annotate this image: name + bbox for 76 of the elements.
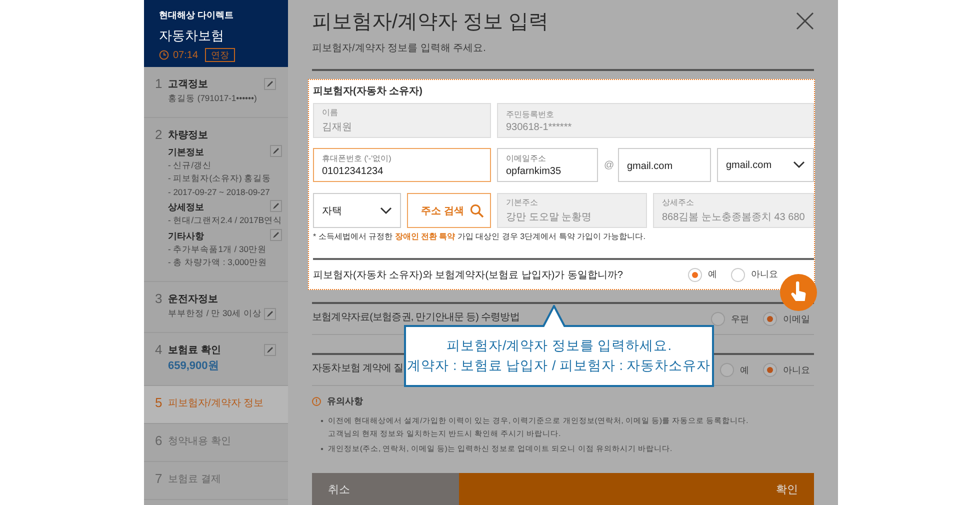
pencil-icon bbox=[266, 346, 274, 354]
detail-text: - 신규/갱신 bbox=[168, 160, 212, 172]
step-number: 7 bbox=[155, 471, 164, 487]
radio-button[interactable] bbox=[720, 363, 734, 377]
radio-button[interactable] bbox=[710, 312, 725, 326]
clock-icon bbox=[159, 50, 169, 60]
at-sign: @ bbox=[604, 160, 612, 170]
pencil-icon bbox=[266, 310, 274, 318]
confirm-button[interactable]: 확인 bbox=[459, 473, 814, 505]
detail-text: - 피보험자(소유자) 홍길동 bbox=[168, 172, 272, 184]
edit-button[interactable] bbox=[270, 145, 282, 157]
edit-button[interactable] bbox=[270, 200, 282, 212]
step-number: 5 bbox=[155, 395, 164, 411]
radio-option[interactable]: 우편 bbox=[710, 312, 749, 326]
radio-button[interactable] bbox=[730, 268, 745, 282]
premium-amount: 659,900원 bbox=[168, 359, 219, 373]
notice-title: 유의사항 bbox=[327, 395, 363, 408]
question-text: 자동차보험 계약에 질 bbox=[312, 362, 404, 376]
tooltip-text: 피보험자/계약자 정보를 입력하세요. bbox=[445, 337, 672, 355]
chevron-down-icon bbox=[792, 161, 805, 169]
cancel-button[interactable]: 취소 bbox=[312, 473, 459, 505]
brand-name: 현대해상 다이렉트 bbox=[159, 9, 235, 22]
radio-option[interactable]: 아니요 bbox=[730, 268, 778, 282]
edit-button[interactable] bbox=[264, 78, 276, 90]
session-timer: 07:14 bbox=[173, 50, 198, 60]
pencil-icon bbox=[272, 202, 280, 210]
edit-button[interactable] bbox=[264, 308, 276, 320]
step-title[interactable]: 보험료 확인 bbox=[168, 343, 221, 357]
input-field[interactable]: 휴대폰번호 ('-'없이) 01012341234 bbox=[313, 148, 491, 182]
input-field[interactable]: gmail.com bbox=[618, 148, 711, 182]
edit-button[interactable] bbox=[264, 344, 276, 356]
edit-button[interactable] bbox=[270, 229, 282, 241]
section-heading: 피보험자(자동차 소유자) bbox=[313, 85, 424, 98]
info-icon bbox=[312, 397, 321, 406]
radio-option[interactable]: 아니요 bbox=[762, 363, 810, 377]
tooltip-text: 계약자 : 보험료 납입자 / 피보험자 : 자동차소유자 bbox=[406, 357, 712, 375]
detail-text: - 2017-09-27 ~ 2018-09-27 bbox=[168, 186, 270, 196]
detail-text: 부부한정 / 만 30세 이상 bbox=[168, 308, 262, 320]
step-number: 3 bbox=[155, 291, 164, 308]
pencil-icon bbox=[266, 80, 274, 88]
dialog-title: 피보험자/계약자 정보 입력 bbox=[312, 10, 549, 35]
detail-heading: 기본정보 bbox=[168, 146, 204, 159]
radio-button[interactable] bbox=[762, 312, 777, 326]
close-icon[interactable] bbox=[796, 12, 814, 30]
dropdown[interactable]: gmail.com bbox=[717, 148, 814, 182]
dropdown[interactable]: 자택 bbox=[313, 193, 401, 228]
pencil-icon bbox=[272, 231, 280, 239]
dialog-subtitle: 피보험자/계약자 정보를 입력해 주세요. bbox=[312, 42, 487, 55]
detail-text: - 추가부속품1개 / 30만원 bbox=[168, 244, 266, 256]
step-number: 2 bbox=[155, 127, 164, 144]
step-number: 1 bbox=[155, 76, 164, 93]
extend-button[interactable]: 연장 bbox=[205, 48, 236, 62]
detail-heading: 상세정보 bbox=[168, 201, 204, 214]
step-title[interactable]: 고객정보 bbox=[168, 77, 208, 91]
radio-option[interactable]: 예 bbox=[720, 363, 749, 377]
detail-heading: 기타사항 bbox=[168, 230, 204, 243]
radio-option[interactable]: 예 bbox=[688, 268, 717, 282]
detail-text: - 현대/그랜저2.4 / 2017B연식 bbox=[168, 214, 282, 226]
search-icon bbox=[470, 204, 484, 218]
radio-option[interactable]: 이메일 bbox=[762, 312, 810, 326]
product-name: 자동차보험 bbox=[159, 27, 225, 45]
step-number: 6 bbox=[155, 433, 164, 449]
detail-text: - 총 차량가액 : 3,000만원 bbox=[168, 256, 267, 268]
radio-button[interactable] bbox=[762, 363, 777, 377]
question-text: 피보험자(자동차 소유자)와 보험계약자(보험료 납입자)가 동일합니까? bbox=[313, 268, 623, 282]
chevron-down-icon bbox=[380, 206, 392, 214]
step-title[interactable]: 차량정보 bbox=[168, 128, 208, 142]
pencil-icon bbox=[272, 147, 280, 155]
address-search-button[interactable]: 주소 검색 bbox=[407, 193, 491, 228]
input-field[interactable]: 이메일주소 opfarnkim35 bbox=[497, 148, 598, 182]
radio-button[interactable] bbox=[688, 268, 702, 282]
step-title[interactable]: 운전자정보 bbox=[168, 292, 218, 306]
step-number: 4 bbox=[155, 342, 164, 359]
note-text: * 소득세법에서 규정한 장애인 전환 특약 가입 대상인 경우 3단계에서 특약 가입이 가능합니다. bbox=[313, 231, 646, 243]
question-text: 보험계약자료(보험증권, 만기안내문 등) 수령방법 bbox=[312, 311, 520, 325]
detail-text: 홍길동 (791017-1••••••) bbox=[168, 92, 257, 104]
